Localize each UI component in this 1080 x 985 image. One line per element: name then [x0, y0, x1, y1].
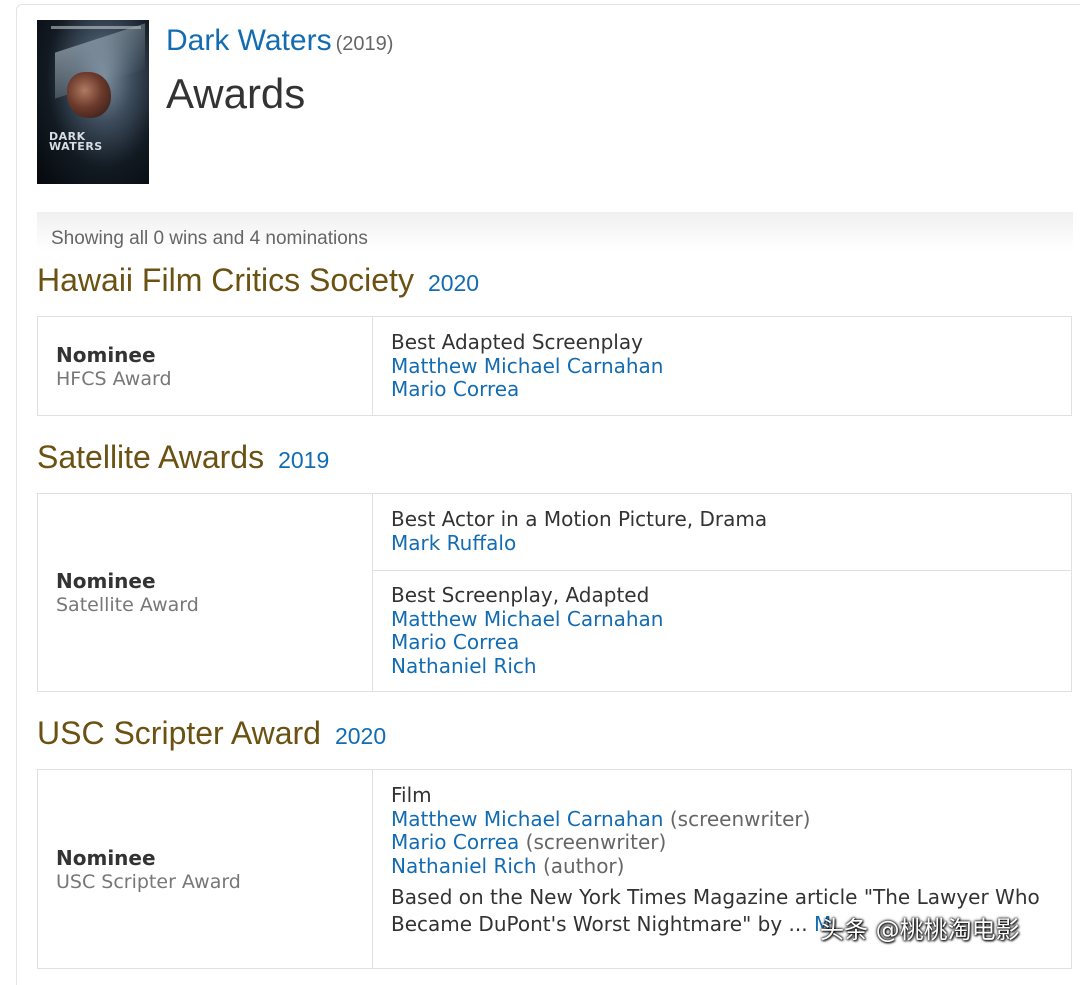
award-outcome-cell: Nominee HFCS Award [38, 317, 373, 415]
movie-title-link[interactable]: Dark Waters [166, 24, 332, 57]
award-category: Best Screenplay, Adapted [391, 583, 650, 607]
person-link[interactable]: Mario Correa [391, 630, 519, 654]
award-detail: Best Actor in a Motion Picture, Drama Ma… [373, 494, 1071, 570]
event-year-link[interactable]: 2019 [278, 447, 329, 473]
event-name-link[interactable]: Satellite Awards [37, 439, 264, 475]
person-role: (author) [542, 853, 625, 878]
person-link[interactable]: Nathaniel Rich [391, 854, 537, 878]
person-role: (screenwriter) [525, 830, 667, 854]
award-detail: Best Adapted Screenplay Matthew Michael … [373, 317, 1071, 412]
outcome-status: Nominee [56, 342, 156, 367]
movie-poster[interactable]: DARK WATERS [37, 20, 149, 184]
award-category: Best Adapted Screenplay [391, 330, 643, 354]
page-title: Awards [166, 70, 306, 117]
person-link[interactable]: Matthew Michael Carnahan [391, 607, 663, 631]
award-name: Satellite Award [56, 594, 199, 616]
poster-title-text: DARK WATERS [49, 130, 103, 153]
watermark-text: 头条 @桃桃淘电影 [820, 916, 1020, 944]
person-link[interactable]: Matthew Michael Carnahan [391, 354, 663, 378]
event-name-link[interactable]: Hawaii Film Critics Society [37, 262, 414, 298]
movie-title-header: Dark Waters (2019) [166, 24, 393, 58]
award-detail: Best Screenplay, Adapted Matthew Michael… [373, 570, 1071, 688]
person-link[interactable]: Matthew Michael Carnahan [391, 807, 663, 831]
award-name: HFCS Award [56, 367, 172, 390]
award-category: Best Actor in a Motion Picture, Drama [391, 507, 768, 531]
award-section-heading: Hawaii Film Critics Society 2020 [37, 262, 479, 299]
award-details-cell: Best Actor in a Motion Picture, Drama Ma… [373, 494, 1071, 691]
awards-summary: Showing all 0 wins and 4 nominations [51, 228, 368, 249]
person-role: (screenwriter) [669, 806, 811, 831]
person-link[interactable]: Mario Correa [391, 830, 519, 854]
person-link[interactable]: Mario Correa [391, 377, 519, 401]
outcome-status: Nominee [56, 569, 156, 593]
award-details-cell: Best Adapted Screenplay Matthew Michael … [373, 317, 1071, 415]
award-section-heading: Satellite Awards 2019 [37, 439, 329, 476]
award-outcome-cell: Nominee Satellite Award [38, 494, 373, 691]
movie-year: (2019) [335, 33, 394, 55]
event-name-link[interactable]: USC Scripter Award [37, 715, 321, 751]
awards-table: Nominee HFCS Award Best Adapted Screenpl… [37, 316, 1072, 416]
award-outcome-cell: Nominee USC Scripter Award [38, 770, 373, 968]
person-link[interactable]: Mark Ruffalo [391, 531, 516, 555]
event-year-link[interactable]: 2020 [335, 723, 386, 749]
award-category: Film [391, 783, 432, 807]
award-name: USC Scripter Award [56, 870, 241, 893]
award-section-heading: USC Scripter Award 2020 [37, 715, 386, 752]
event-year-link[interactable]: 2020 [428, 270, 479, 296]
awards-table: Nominee Satellite Award Best Actor in a … [37, 493, 1072, 692]
person-link[interactable]: Nathaniel Rich [391, 654, 537, 678]
outcome-status: Nominee [56, 845, 156, 870]
